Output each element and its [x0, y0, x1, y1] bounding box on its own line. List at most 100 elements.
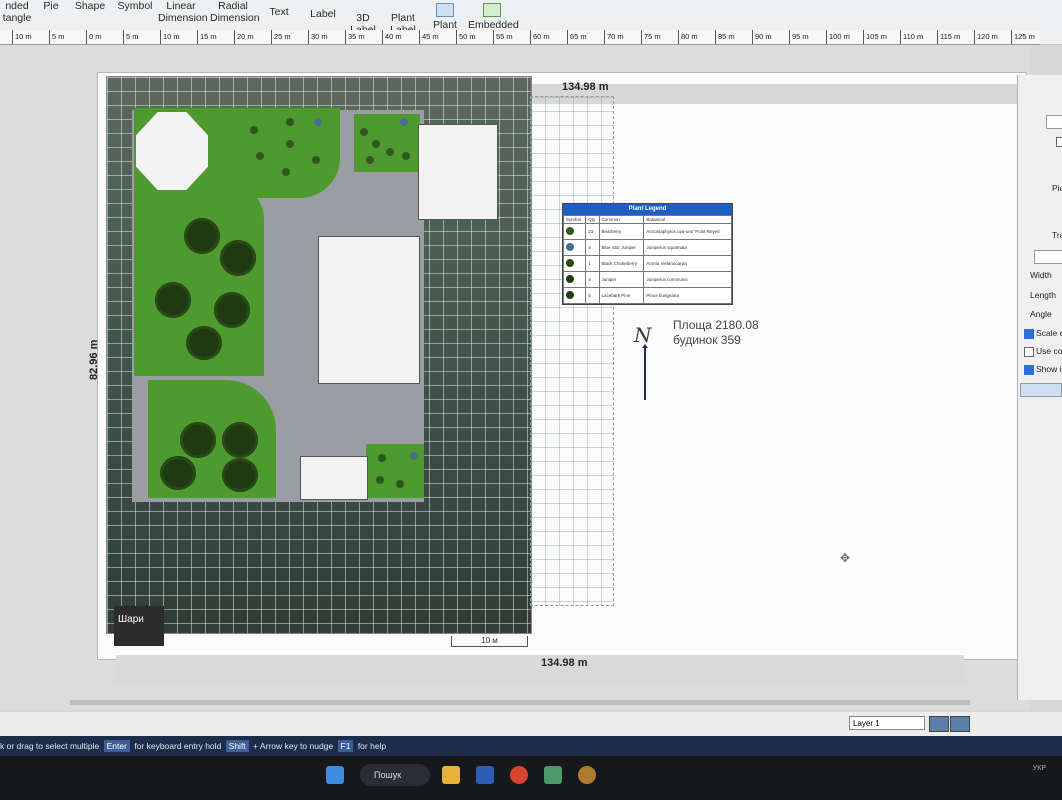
ruler-tick: 55 m	[493, 30, 513, 44]
legend-row: 4 Blue Star Juniper Juniperus squamata	[562, 239, 732, 256]
tree-symbol[interactable]	[214, 292, 250, 328]
angle-label: Angle	[1030, 309, 1052, 319]
plant-legend-table: Symbol Qty Common Botanical 23 Bearberry…	[562, 215, 732, 304]
tree-symbol[interactable]	[184, 218, 220, 254]
checkbox-c[interactable]	[1056, 137, 1062, 147]
apply-button[interactable]	[1020, 383, 1062, 397]
show-checkbox[interactable]	[1024, 365, 1034, 375]
status-text: + Arrow key to nudge	[253, 741, 334, 751]
ribbon-shape-label: Shape	[74, 0, 106, 12]
shrub-symbol[interactable]	[256, 152, 264, 160]
shrub-symbol[interactable]	[402, 152, 410, 160]
ribbon-symbol-label: Symbol	[117, 0, 153, 12]
ruler-tick: 110 m	[900, 30, 923, 44]
legend-botanical: Pinus bungeana	[643, 287, 732, 304]
scale-checkbox[interactable]	[1024, 329, 1034, 339]
shrub-symbol[interactable]	[250, 126, 258, 134]
building-south[interactable]	[300, 456, 368, 500]
ruler-tick: 10 m	[160, 30, 180, 44]
property-input[interactable]	[1046, 115, 1062, 129]
word-icon[interactable]	[476, 766, 494, 784]
area-annotation[interactable]: Площа 2180.08 будинок 359	[673, 318, 759, 348]
plant-legend[interactable]: Plant Legend Symbol Qty Common Botanical…	[562, 203, 733, 305]
legend-qty: 23	[585, 223, 600, 240]
shrub-symbol[interactable]	[410, 452, 418, 460]
main-house[interactable]	[318, 236, 420, 384]
height-dimension-left[interactable]: 82.96 m	[88, 340, 100, 380]
chrome-icon[interactable]	[510, 766, 528, 784]
start-icon[interactable]	[326, 766, 344, 784]
layer-select[interactable]: Layer 1	[849, 716, 925, 730]
shrub-symbol[interactable]	[360, 128, 368, 136]
plant-legend-title: Plant Legend	[563, 204, 732, 215]
status-text: hold	[205, 741, 222, 751]
ribbon-linear-dimension-label: Linear Dimension	[158, 0, 208, 24]
tree-symbol[interactable]	[155, 282, 191, 318]
layer-options-icon[interactable]	[929, 716, 949, 732]
ruler-tick: 25 m	[271, 30, 291, 44]
ruler-tick: 85 m	[715, 30, 735, 44]
tree-symbol[interactable]	[160, 456, 196, 490]
ruler-tick: 105 m	[863, 30, 887, 44]
shrub-symbol[interactable]	[386, 148, 394, 156]
use-checkbox[interactable]	[1024, 347, 1034, 357]
legend-botanical: Arctostaphylos uva-ursi 'Point Reyes'	[643, 223, 732, 240]
tree-symbol[interactable]	[222, 422, 258, 458]
status-key-f1: F1	[337, 740, 354, 752]
shrub-symbol[interactable]	[286, 118, 294, 126]
use-checkbox-label: Use cor	[1036, 346, 1062, 356]
shrub-symbol[interactable]	[282, 168, 290, 176]
tree-symbol[interactable]	[220, 240, 256, 276]
taskbar-search[interactable]: Пошук	[360, 764, 430, 786]
ruler-tick: 120 m	[974, 30, 998, 44]
tree-symbol[interactable]	[222, 458, 258, 492]
shrub-symbol[interactable]	[314, 118, 322, 126]
tree-symbol[interactable]	[186, 326, 222, 360]
tree-symbol[interactable]	[180, 422, 216, 458]
file-explorer-icon[interactable]	[442, 766, 460, 784]
plant-symbol-icon	[566, 275, 574, 283]
ruler-tick: 45 m	[419, 30, 439, 44]
shrub-symbol[interactable]	[372, 140, 380, 148]
app-icon[interactable]	[544, 766, 562, 784]
ruler-tick: 10 m	[12, 30, 32, 44]
ribbon-rectangle-label: nded tangle	[2, 0, 32, 24]
horizontal-scrollbar[interactable]	[70, 700, 970, 705]
tray-language[interactable]: УКР	[1033, 765, 1046, 772]
transparency-input[interactable]	[1034, 250, 1062, 264]
layer-dropdown-icon[interactable]	[950, 716, 970, 732]
plant-symbol-icon	[566, 227, 574, 235]
status-text: for keyboard entry	[134, 741, 203, 751]
lawn-northeast[interactable]	[354, 114, 420, 172]
app-icon[interactable]	[578, 766, 596, 784]
width-dimension-bottom[interactable]: 134.98 m	[541, 657, 587, 669]
width-label: Width	[1030, 270, 1052, 280]
shrub-symbol[interactable]	[366, 156, 374, 164]
shrub-symbol[interactable]	[376, 476, 384, 484]
scale-checkbox-label: Scale e	[1036, 328, 1062, 338]
ruler-tick: 60 m	[530, 30, 550, 44]
plant-symbol-icon	[566, 243, 574, 251]
width-dimension-top[interactable]: 134.98 m	[562, 81, 608, 93]
legend-row: 1 Black Chokeberry Aronia melanocarpa	[562, 255, 732, 272]
legend-qty: 4	[585, 271, 600, 288]
shrub-symbol[interactable]	[396, 480, 404, 488]
embedded-object-icon	[483, 3, 501, 17]
shrub-symbol[interactable]	[400, 118, 408, 126]
ruler-tick: 5 m	[123, 30, 139, 44]
ruler-tick: 20 m	[234, 30, 254, 44]
ruler-tick: 125 m	[1011, 30, 1035, 44]
legend-botanical: Juniperus communis	[643, 271, 732, 288]
svg-text:N: N	[633, 323, 653, 347]
horizontal-ruler: 10 m 5 m 0 m 5 m 10 m 15 m 20 m 25 m 30 m 35 m 40 …	[0, 30, 1040, 45]
legend-header-qty: Qty	[585, 215, 600, 224]
shrub-symbol[interactable]	[378, 454, 386, 462]
shrub-symbol[interactable]	[286, 140, 294, 148]
scale-bar[interactable]: 10 м	[451, 636, 528, 647]
north-arrow-icon[interactable]: N	[632, 322, 660, 402]
building-northeast[interactable]	[418, 124, 498, 220]
layers-tab[interactable]: Шари	[114, 606, 164, 646]
plant-symbol-icon	[566, 259, 574, 267]
shrub-symbol[interactable]	[312, 156, 320, 164]
area-text-line: будинок 359	[673, 333, 741, 347]
